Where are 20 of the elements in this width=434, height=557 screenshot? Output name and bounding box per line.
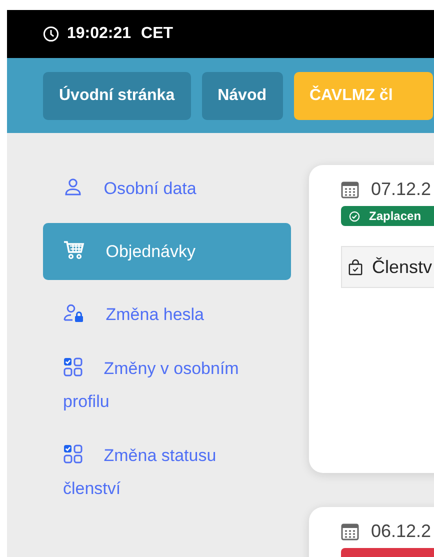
nav-button[interactable]: Návod bbox=[202, 72, 282, 120]
clock-icon bbox=[43, 26, 59, 42]
status-badge: Zaplacen bbox=[341, 206, 434, 226]
checklist-grid-icon bbox=[63, 444, 83, 464]
timezone-label: CET bbox=[141, 25, 174, 43]
check-badge-icon bbox=[349, 210, 360, 222]
order-date: 07.12.2 bbox=[371, 179, 432, 200]
person-icon bbox=[63, 177, 83, 197]
checklist-grid-icon bbox=[63, 357, 83, 377]
nav-button[interactable]: Úvodní stránka bbox=[43, 72, 191, 120]
sidebar-item[interactable]: Osobní data bbox=[43, 158, 291, 219]
order-item: Členstv bbox=[341, 246, 434, 288]
calendar-icon bbox=[341, 522, 359, 540]
clock-time: 19:02:21 bbox=[67, 25, 132, 43]
bag-check-icon bbox=[348, 258, 363, 276]
order-date: 06.12.2 bbox=[371, 521, 432, 542]
sidebar-item[interactable]: Objednávky bbox=[43, 223, 291, 280]
user-lock-icon bbox=[63, 303, 85, 323]
cart-icon bbox=[63, 240, 85, 260]
calendar-icon bbox=[341, 180, 359, 198]
